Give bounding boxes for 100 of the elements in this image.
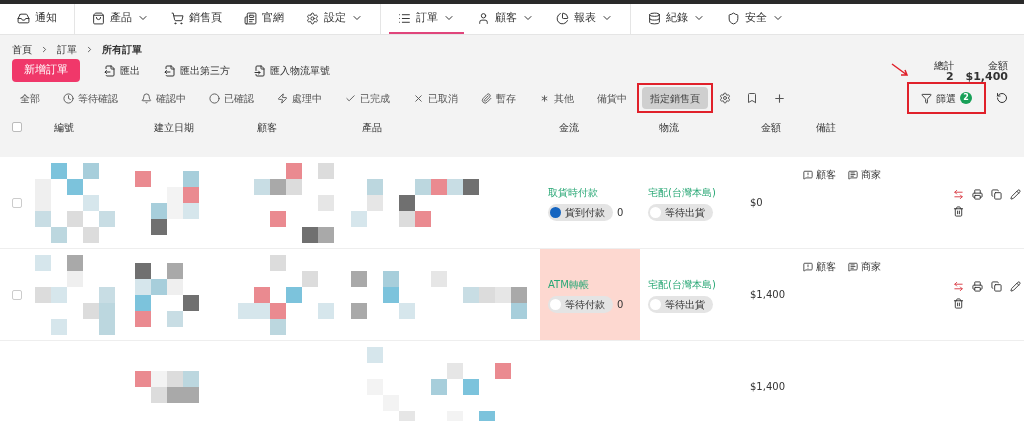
comment-icon [803,169,813,180]
amount-cell-text: $1,400 [750,380,785,394]
note-link[interactable]: 顧客 [803,259,836,274]
chevron-icon [40,44,49,54]
file-import-icon [254,64,266,77]
note-link[interactable]: 商家 [848,167,881,182]
nav-item[interactable]: 設定 [297,4,372,34]
list-icon [398,11,411,25]
status-tab[interactable]: 等待確認 [55,87,126,109]
status-toggle[interactable]: 等待付款 [548,295,613,313]
column-header: 金流 [558,120,580,135]
copy-icon [991,280,1002,292]
status-toggle[interactable]: 等待出貨 [648,203,713,221]
database-icon [648,11,661,25]
trash-icon [953,205,964,217]
swap-icon [953,280,964,292]
note-link[interactable]: 商家 [848,259,881,274]
chevron-icon [85,44,94,54]
nav-item[interactable]: 官網 [235,4,293,34]
column-header: 備註 [815,120,837,135]
inbox-icon [17,11,30,25]
checkbox[interactable] [12,197,22,208]
toolbar-link[interactable]: 匯出 [104,63,140,78]
shipping-method: 宅配(台灣本島) [648,277,716,292]
nav-item[interactable]: 報表 [547,4,622,34]
status-tab[interactable]: 其他 [531,87,582,109]
filter-button[interactable]: 篩選 2 [913,87,980,109]
cart-icon [171,11,184,25]
close-icon [413,92,424,104]
status-tab[interactable]: 備貨中 [589,87,635,109]
swap-icon [953,188,964,200]
status-tab[interactable]: 指定銷售頁 [642,87,708,109]
add-icon [773,91,786,105]
settings-icon [306,11,319,25]
status-tab[interactable]: 已取消 [405,87,466,109]
status-toggle[interactable]: 貨到付款 [548,203,613,221]
total-value: 2 [945,71,954,82]
breadcrumb-link[interactable]: 訂單 [57,41,77,57]
lightning-icon [277,92,288,104]
check-icon [345,92,356,104]
amount-cell-text: $1,400 [750,288,785,302]
bookmark-icon [746,92,758,104]
printer-icon [972,280,983,292]
settings-icon [719,92,731,104]
column-header: 物流 [658,120,680,135]
shield-icon [727,11,740,25]
filter-icon [921,92,932,104]
nav-item[interactable]: 通知 [8,4,66,34]
status-tab[interactable]: 暫存 [473,87,524,109]
pie-chart-icon [556,11,569,25]
nav-item[interactable]: 紀錄 [639,4,714,34]
column-header: 顧客 [256,120,278,135]
column-header: 金額 [760,120,782,135]
total-label: 總計 [933,60,954,71]
checkbox[interactable] [12,122,22,132]
nav-item[interactable]: 安全 [718,4,793,34]
edit-icon [1010,188,1021,200]
toolbar-link[interactable]: 匯入物流單號 [254,63,330,78]
nav-item[interactable]: 銷售頁 [162,4,231,34]
status-tab[interactable]: 已確認 [201,87,262,109]
new-order-button[interactable]: 新增訂單 [12,59,80,82]
file-export-icon [104,64,116,77]
bell-icon [141,92,152,104]
circle-icon [209,92,220,104]
payment-count: 0 [617,297,624,312]
toolbar-link[interactable]: 匯出第三方 [164,63,230,78]
refresh-icon [996,92,1008,104]
status-tab[interactable]: 全部 [12,87,48,109]
annotation-arrow [891,63,911,79]
payment-method: ATM轉帳 [548,277,590,292]
nav-item[interactable]: 顧客 [468,4,543,34]
asterisk-icon [539,92,550,104]
count-badge: 2 [960,92,972,104]
user-icon [477,11,490,25]
copy-icon [991,188,1002,200]
total-value: $1,400 [965,71,1008,82]
paperclip-icon [481,92,492,104]
nav-item[interactable]: 產品 [83,4,158,34]
comment-icon [848,169,858,180]
breadcrumb-link[interactable]: 首頁 [12,41,32,57]
status-toggle[interactable]: 等待出貨 [648,295,713,313]
note-link[interactable]: 顧客 [803,167,836,182]
bag-icon [92,11,105,25]
column-header: 產品 [361,120,383,135]
breadcrumb-link[interactable]: 所有訂單 [102,41,142,57]
comment-icon [803,261,813,272]
status-tab[interactable]: 確認中 [133,87,194,109]
newspaper-icon [244,11,257,25]
checkbox[interactable] [12,289,22,300]
clock-icon [63,92,74,104]
printer-icon [972,188,983,200]
payment-count: 0 [617,205,624,220]
file-export-icon [164,64,176,77]
shipping-method: 宅配(台灣本島) [648,185,716,200]
trash-icon [953,297,964,309]
status-tab[interactable]: 已完成 [337,87,398,109]
column-header: 編號 [53,120,75,135]
edit-icon [1010,280,1021,292]
status-tab[interactable]: 處理中 [269,87,330,109]
payment-method: 取貨時付款 [548,185,599,200]
